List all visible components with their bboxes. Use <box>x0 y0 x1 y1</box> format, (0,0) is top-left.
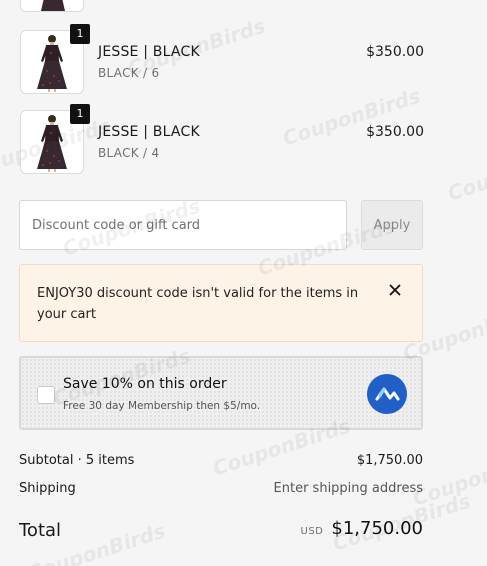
product-variant: BLACK / 4 <box>98 146 160 160</box>
product-price: $350.00 <box>366 124 424 140</box>
close-icon[interactable] <box>386 283 404 301</box>
product-thumbnail: 1 <box>20 24 90 94</box>
shipping-value: Enter shipping address <box>273 481 423 496</box>
total-label: Total <box>19 520 62 541</box>
total-value: $1,750.00 <box>331 518 423 539</box>
product-variant: BLACK / 6 <box>98 66 160 80</box>
dress-image <box>41 0 65 11</box>
membership-offer[interactable]: Save 10% on this order Free 30 day Membe… <box>19 356 423 430</box>
product-thumbnail <box>20 0 84 12</box>
membership-title: Save 10% on this order <box>63 376 227 392</box>
discount-form: Apply <box>19 200 423 250</box>
membership-subtitle: Free 30 day Membership then $5/mo. <box>63 400 261 412</box>
watermark: CouponBirds <box>444 138 487 206</box>
shipping-label: Shipping <box>19 481 76 496</box>
product-name: JESSE | BLACK <box>98 124 200 140</box>
total-row: Total USD $1,750.00 <box>19 518 423 546</box>
line-item: 1 JESSE | BLACK BLACK / 4 $350.00 <box>20 104 424 174</box>
currency-code: USD <box>300 526 324 537</box>
product-price: $350.00 <box>366 44 424 60</box>
shipping-row: Shipping Enter shipping address <box>19 481 423 501</box>
discount-code-input[interactable] <box>19 200 347 250</box>
product-thumbnail: 1 <box>20 104 90 174</box>
error-message: ENJOY30 discount code isn't valid for th… <box>37 286 359 322</box>
discount-error-banner: ENJOY30 discount code isn't valid for th… <box>19 264 423 342</box>
line-item: 1 JESSE | BLACK BLACK / 6 $350.00 <box>20 24 424 94</box>
subtotal-label: Subtotal · 5 items <box>19 453 135 468</box>
quantity-badge: 1 <box>70 24 90 44</box>
membership-logo-icon <box>367 374 407 414</box>
apply-button[interactable]: Apply <box>361 200 423 250</box>
subtotal-row: Subtotal · 5 items $1,750.00 <box>19 453 423 473</box>
quantity-badge: 1 <box>70 104 90 124</box>
product-name: JESSE | BLACK <box>98 44 200 60</box>
subtotal-value: $1,750.00 <box>356 453 423 468</box>
membership-checkbox[interactable] <box>37 386 55 404</box>
